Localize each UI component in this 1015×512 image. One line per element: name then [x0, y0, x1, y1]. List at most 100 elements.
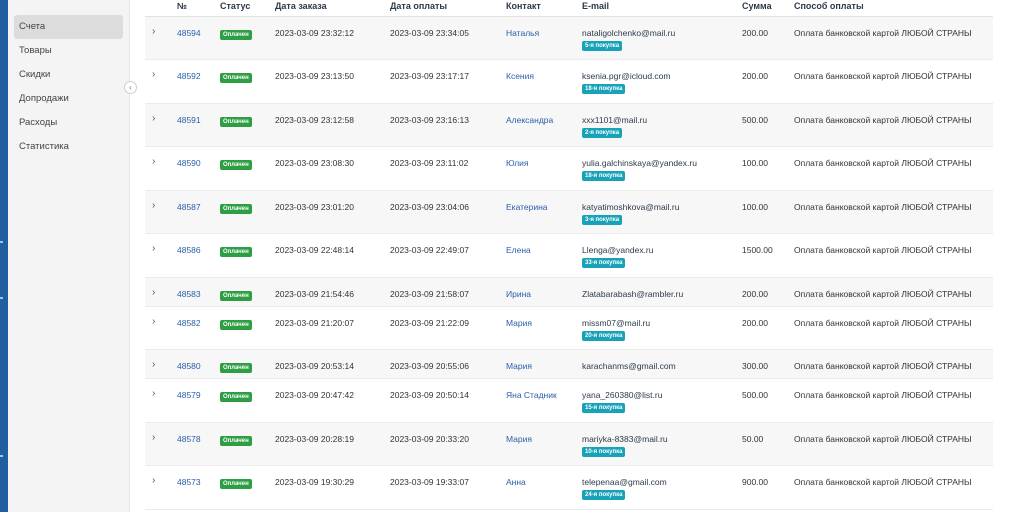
- row-expand-icon[interactable]: ›: [145, 422, 177, 466]
- pay-date-cell: 2023-03-09 23:16:13: [390, 103, 506, 147]
- sum-cell: 200.00: [742, 277, 794, 307]
- sidebar-item[interactable]: Допродажи: [14, 87, 123, 111]
- email-cell: yulia.galchinskaya@yandex.ru 18-я покупка: [582, 146, 742, 191]
- invoice-number-link[interactable]: 48578: [177, 434, 201, 444]
- payment-method-cell: Оплата банковской картой ЛЮБОЙ СТРАНЫ: [794, 378, 993, 423]
- table-row[interactable]: › 48582 Оплачен 2023-03-09 21:20:07 2023-03-…: [145, 306, 993, 350]
- invoice-number-link[interactable]: 48592: [177, 71, 201, 81]
- contact-cell[interactable]: Ксения: [506, 59, 582, 104]
- pay-date-cell: 2023-03-09 23:17:17: [390, 59, 506, 104]
- header-sum[interactable]: Сумма: [742, 0, 794, 17]
- row-expand-icon[interactable]: ›: [145, 306, 177, 350]
- sidebar-item[interactable]: Скидки: [14, 63, 123, 87]
- invoice-number-link[interactable]: 48590: [177, 158, 201, 168]
- email-text: xxx1101@mail.ru: [582, 114, 648, 125]
- purchase-count-badge: 5-я покупка: [582, 40, 623, 51]
- sum-cell: 500.00: [742, 103, 794, 147]
- table-row[interactable]: › 48583 Оплачен 2023-03-09 21:54:46 2023-03-…: [145, 277, 993, 307]
- payment-method-cell: Оплата банковской картой ЛЮБОЙ СТРАНЫ: [794, 233, 993, 278]
- contact-cell[interactable]: Ирина: [506, 277, 582, 307]
- strip-tick: [0, 297, 3, 299]
- collapse-sidebar-icon[interactable]: ‹: [124, 81, 137, 94]
- table-row[interactable]: › 48590 Оплачен 2023-03-09 23:08:30 2023-03-…: [145, 146, 993, 191]
- sidebar-item[interactable]: Счета: [14, 15, 123, 39]
- row-expand-icon[interactable]: ›: [145, 146, 177, 191]
- sidebar-list: Счета Товары Скидки Допродажи Расходы Статист…: [8, 0, 129, 159]
- header-pay-date[interactable]: Дата оплаты: [390, 0, 506, 17]
- invoice-number-link[interactable]: 48587: [177, 202, 201, 212]
- row-expand-icon[interactable]: ›: [145, 190, 177, 234]
- sidebar-item[interactable]: Статистика: [14, 135, 123, 159]
- invoice-number-link[interactable]: 48586: [177, 245, 201, 255]
- invoice-number-link[interactable]: 48579: [177, 390, 201, 400]
- pay-date-cell: 2023-03-09 23:04:06: [390, 190, 506, 234]
- pay-date-cell: 2023-03-09 20:50:14: [390, 378, 506, 423]
- pay-date-cell: 2023-03-09 21:22:09: [390, 306, 506, 350]
- table-row[interactable]: › 48592 Оплачен 2023-03-09 23:13:50 2023-03-…: [145, 59, 993, 104]
- contact-cell[interactable]: Наталья: [506, 16, 582, 60]
- sum-cell: 50.00: [742, 422, 794, 466]
- pay-date-cell: 2023-03-09 21:58:07: [390, 277, 506, 307]
- sidebar-item[interactable]: Расходы: [14, 111, 123, 135]
- sum-cell: 200.00: [742, 16, 794, 60]
- invoice-number-link[interactable]: 48591: [177, 115, 201, 125]
- row-expand-icon[interactable]: ›: [145, 59, 177, 104]
- status-badge: Оплачен: [220, 479, 252, 489]
- email-cell: nataligolchenko@mail.ru 5-я покупка: [582, 16, 742, 60]
- row-expand-icon[interactable]: ›: [145, 233, 177, 278]
- invoice-number-link[interactable]: 48582: [177, 318, 201, 328]
- table-row[interactable]: › 48579 Оплачен 2023-03-09 20:47:42 2023-03-…: [145, 378, 993, 423]
- sum-cell: 1500.00: [742, 233, 794, 278]
- invoice-number-link[interactable]: 48594: [177, 28, 201, 38]
- pay-date-cell: 2023-03-09 23:11:02: [390, 146, 506, 191]
- email-cell: telepenaa@gmail.com 24-я покупка: [582, 465, 742, 510]
- contact-cell[interactable]: Анна: [506, 465, 582, 510]
- order-date-cell: 2023-03-09 23:01:20: [275, 190, 390, 234]
- invoice-number-link[interactable]: 48573: [177, 477, 201, 487]
- pay-date-cell: 2023-03-09 20:55:06: [390, 349, 506, 379]
- email-cell: karachanms@gmail.com: [582, 349, 742, 379]
- contact-cell[interactable]: Мария: [506, 422, 582, 466]
- email-text: Zlatabarabash@rambler.ru: [582, 288, 684, 299]
- order-date-cell: 2023-03-09 20:28:19: [275, 422, 390, 466]
- email-cell: xxx1101@mail.ru 2-я покупка: [582, 103, 742, 147]
- table-row[interactable]: › 48586 Оплачен 2023-03-09 22:48:14 2023-03-…: [145, 233, 993, 278]
- email-text: yana_260380@list.ru: [582, 390, 663, 400]
- header-status[interactable]: Статус: [220, 0, 275, 17]
- contact-cell[interactable]: Елена: [506, 233, 582, 278]
- table-row[interactable]: › 48591 Оплачен 2023-03-09 23:12:58 2023-03-…: [145, 103, 993, 147]
- purchase-count-badge: 18-я покупка: [582, 171, 626, 181]
- row-expand-icon[interactable]: ›: [145, 16, 177, 60]
- contact-cell[interactable]: Мария: [506, 349, 582, 379]
- contact-cell[interactable]: Юлия: [506, 146, 582, 191]
- row-expand-icon[interactable]: ›: [145, 277, 177, 307]
- table-row[interactable]: › 48580 Оплачен 2023-03-09 20:53:14 2023-03-…: [145, 349, 993, 379]
- row-expand-icon[interactable]: ›: [145, 378, 177, 423]
- contact-cell[interactable]: Александра: [506, 103, 582, 147]
- table-row[interactable]: › 48578 Оплачен 2023-03-09 20:28:19 2023-03-…: [145, 422, 993, 466]
- payment-method-cell: Оплата банковской картой ЛЮБОЙ СТРАНЫ: [794, 146, 993, 191]
- app-side-strip: [0, 0, 8, 512]
- header-email[interactable]: E-mail: [582, 0, 742, 17]
- contact-cell[interactable]: Екатерина: [506, 190, 582, 234]
- row-expand-icon[interactable]: ›: [145, 103, 177, 147]
- email-cell: Llenga@yandex.ru 33-я покупка: [582, 233, 742, 278]
- row-expand-icon[interactable]: ›: [145, 349, 177, 379]
- table-header-row: № Статус Дата заказа Дата оплаты Контакт…: [145, 0, 993, 17]
- payment-method-cell: Оплата банковской картой ЛЮБОЙ СТРАНЫ: [794, 16, 993, 60]
- header-number[interactable]: №: [177, 0, 220, 17]
- email-text: ksenia.pgr@icloud.com: [582, 71, 671, 81]
- sidebar-item[interactable]: Товары: [14, 39, 123, 63]
- invoice-number-link[interactable]: 48583: [177, 289, 201, 299]
- row-expand-icon[interactable]: ›: [145, 465, 177, 510]
- header-contact[interactable]: Контакт: [506, 0, 582, 17]
- contact-cell[interactable]: Яна Стадник: [506, 378, 582, 423]
- table-row[interactable]: › 48594 Оплачен 2023-03-09 23:32:12 2023-03-…: [145, 16, 993, 60]
- invoice-number-link[interactable]: 48580: [177, 361, 201, 371]
- order-date-cell: 2023-03-09 22:48:14: [275, 233, 390, 278]
- table-row[interactable]: › 48587 Оплачен 2023-03-09 23:01:20 2023-03-…: [145, 190, 993, 234]
- contact-cell[interactable]: Мария: [506, 306, 582, 350]
- table-row[interactable]: › 48573 Оплачен 2023-03-09 19:30:29 2023-03-…: [145, 465, 993, 510]
- header-order-date[interactable]: Дата заказа: [275, 0, 390, 17]
- header-payment-method[interactable]: Способ оплаты: [794, 0, 993, 17]
